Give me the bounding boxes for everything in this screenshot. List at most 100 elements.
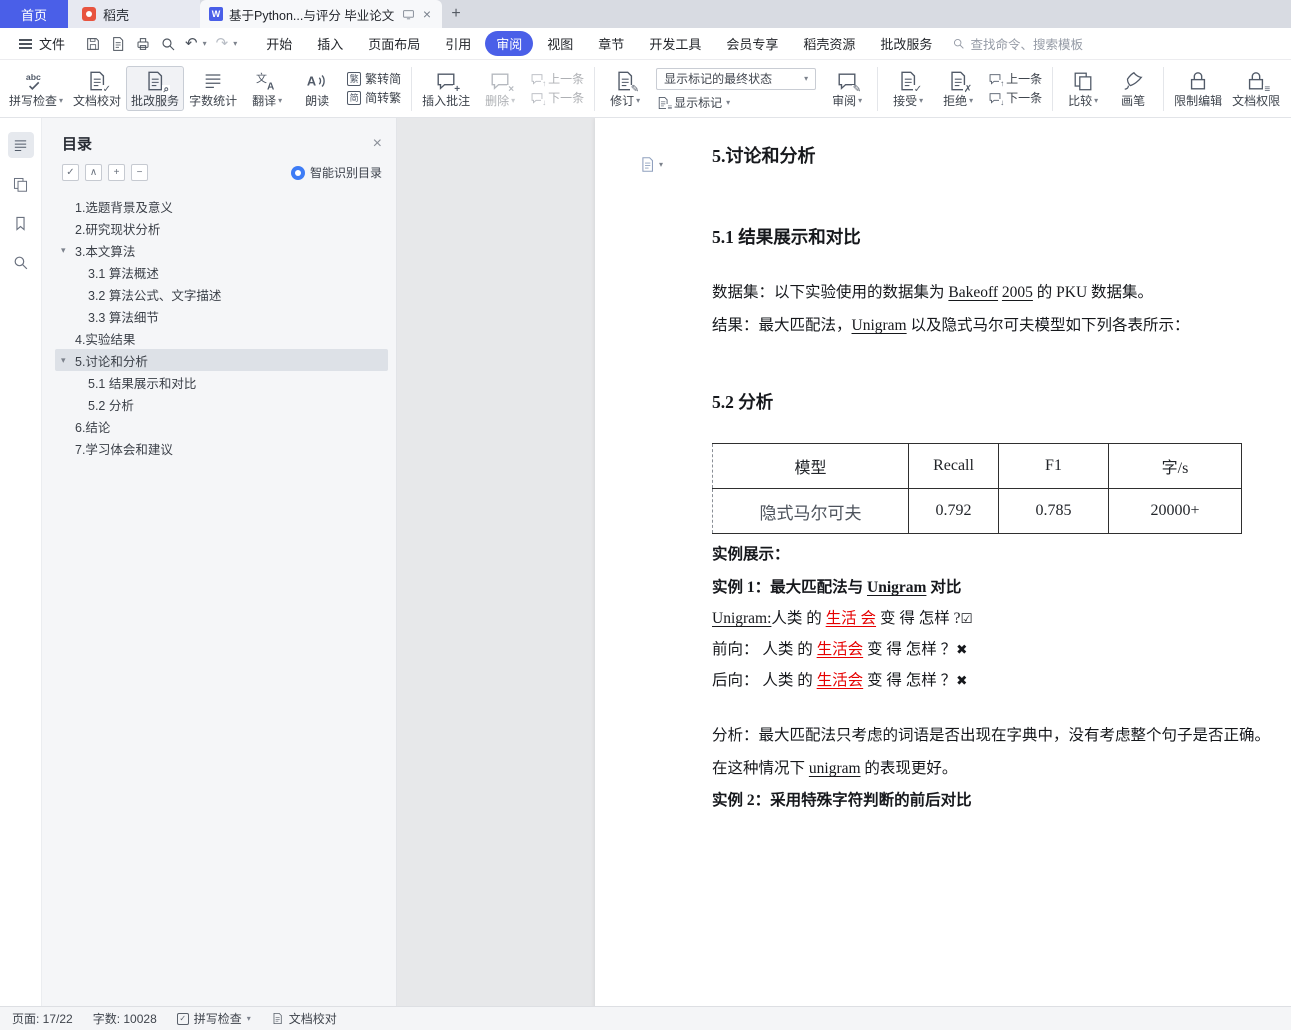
restrict-editing-button[interactable]: 限制编辑	[1169, 66, 1227, 111]
toc-collapse-tool[interactable]: ∧	[85, 164, 102, 181]
chevron-down-icon: ▾	[246, 1013, 251, 1023]
menu-tab-会员专享[interactable]: 会员专享	[715, 31, 789, 56]
close-toc-icon[interactable]: ×	[373, 135, 382, 152]
file-menu-button[interactable]: 文件	[8, 34, 75, 53]
trad-to-simp-button[interactable]: 繁繁转简	[347, 72, 401, 86]
smart-toc-label: 智能识别目录	[309, 166, 382, 180]
toc-item[interactable]: ▾ 3.本文算法	[55, 239, 388, 261]
menu-tab-审阅[interactable]: 审阅	[485, 31, 534, 56]
toc-checkbox-tool[interactable]: ✓	[62, 164, 79, 181]
show-markup-menu-button[interactable]: ≡ 显示标记 ▾	[656, 96, 816, 112]
new-tab-button[interactable]: +	[442, 0, 470, 28]
simp-to-trad-button[interactable]: 简简转繁	[347, 91, 401, 105]
translate-button[interactable]: 文 A 翻译 ▾	[242, 66, 292, 111]
menu-tab-稻壳资源[interactable]: 稻壳资源	[792, 31, 866, 56]
reject-change-button[interactable]: ✗ 拒绝 ▾	[933, 66, 983, 111]
toc-collapse-all-tool[interactable]: −	[131, 164, 148, 181]
doc-permission-button[interactable]: ≡ 文档权限	[1227, 66, 1285, 111]
menu-tab-开发工具[interactable]: 开发工具	[638, 31, 712, 56]
text-run: 数据集：以下实验使用的数据集为	[712, 284, 949, 301]
toc-item[interactable]: 1.选题背景及意义	[55, 195, 388, 217]
menu-tab-开始[interactable]: 开始	[255, 31, 303, 56]
table-cell: 20000+	[1108, 488, 1242, 534]
print-preview-button[interactable]	[160, 36, 176, 52]
customize-toolbar-dropdown[interactable]: ▾	[233, 39, 237, 48]
toc-pane-button[interactable]	[7, 132, 34, 158]
close-tab-icon[interactable]: ×	[421, 7, 433, 21]
menu-tab-章节[interactable]: 章节	[587, 31, 635, 56]
document-workspace[interactable]: ▾ 5.讨论和分析 5.1 结果展示和对比 数据集：以下实验使用的数据集为 Ba…	[397, 118, 1291, 1006]
command-search[interactable]: 查找命令、搜索模板	[952, 34, 1083, 53]
table-header-cell: 模型	[712, 443, 909, 489]
table-header-cell: 字/s	[1108, 443, 1242, 489]
toc-expand-all-tool[interactable]: +	[108, 164, 125, 181]
compare-button[interactable]: 比较 ▾	[1058, 66, 1108, 111]
undo-button[interactable]: ↶	[185, 36, 198, 51]
accept-change-label: 接受	[893, 94, 918, 108]
read-aloud-button[interactable]: A 朗读	[292, 66, 342, 111]
next-change-button[interactable]: ↓ 下一条	[988, 91, 1042, 107]
spell-check-label: 拼写检查	[9, 94, 58, 108]
word-count-button[interactable]: 字数统计	[184, 66, 242, 111]
new-doc-button[interactable]	[110, 36, 126, 52]
review-service-button[interactable]: ⌕ 批改服务	[126, 66, 185, 111]
prev-change-button[interactable]: ↑ 上一条	[988, 72, 1042, 88]
bubble-pen-icon: ✎	[836, 70, 863, 95]
menu-tab-引用[interactable]: 引用	[434, 31, 482, 56]
doc-extra-button[interactable]: ✓文档	[1285, 66, 1291, 111]
toc-item[interactable]: 3.1 算法概述	[55, 261, 388, 283]
print-button[interactable]	[135, 36, 151, 52]
text-run: 人类 的	[771, 610, 826, 627]
doc-proofread-label: 文档校对	[73, 94, 122, 108]
collapse-arrow-icon[interactable]: ▾	[61, 355, 66, 366]
toc-item[interactable]: 4.实验结果	[55, 327, 388, 349]
toc-item[interactable]: 7.学习体会和建议	[55, 437, 388, 459]
text-run: 在这种情况下	[712, 760, 809, 777]
doc-proofread-button[interactable]: ✓ 文档校对	[68, 66, 126, 111]
markup-state-select[interactable]: 显示标记的最终状态 ▾	[656, 67, 817, 90]
accept-change-button[interactable]: ✓ 接受 ▾	[883, 66, 933, 111]
toc-item-label: 3.2 算法公式、文字描述	[88, 288, 222, 303]
spellcheck-status-button[interactable]: ✓ 拼写检查 ▾	[176, 1010, 251, 1027]
demo-heading: 实例展示：	[712, 546, 790, 563]
page-comment-button[interactable]: ▾	[639, 156, 663, 173]
toc-item-label: 1.选题背景及意义	[75, 200, 173, 215]
save-button[interactable]	[85, 36, 101, 52]
speak-icon: A	[306, 70, 328, 92]
paragraph-dataset: 数据集：以下实验使用的数据集为 Bakeoff 2005 的 PKU 数据集。	[712, 282, 1291, 304]
toc-item[interactable]: ▾ 5.讨论和分析	[55, 349, 388, 371]
markup-state-value: 显示标记的最终状态	[664, 72, 773, 86]
review-panel-button[interactable]: ✎ 审阅 ▾	[822, 66, 872, 111]
toc-item[interactable]: 3.3 算法细节	[55, 305, 388, 327]
toc-item[interactable]: 6.结论	[55, 415, 388, 437]
screen-share-icon[interactable]	[402, 8, 415, 21]
home-tab-button[interactable]: 首页	[0, 0, 68, 28]
result-symbol: ✖	[956, 673, 968, 689]
toc-item[interactable]: 5.1 结果展示和对比	[55, 371, 388, 393]
text-run: 前向： 人类 的	[712, 641, 817, 658]
smart-toc-button[interactable]: 智能识别目录	[290, 164, 382, 181]
word-count[interactable]: 字数: 10028	[93, 1010, 157, 1027]
chevron-down-icon: ▾	[804, 73, 809, 83]
ink-button[interactable]: 画笔	[1108, 66, 1158, 111]
menu-tab-页面布局[interactable]: 页面布局	[357, 31, 431, 56]
toc-item[interactable]: 3.2 算法公式、文字描述	[55, 283, 388, 305]
search-pane-button[interactable]	[8, 249, 34, 275]
document-tab[interactable]: W 基于Python...与评分 毕业论文 ×	[200, 0, 442, 28]
menubar: 文件 ↶ ▾ ↷ ▾ 开始 插入 页面布局 引用 审阅 视图 章节 开发工具 会员专享 稻壳资源 批改服务…	[0, 28, 1291, 60]
bookmark-pane-button[interactable]	[8, 210, 34, 236]
undo-history-dropdown[interactable]: ▾	[203, 39, 207, 48]
insert-comment-button[interactable]: + 插入批注	[417, 66, 475, 111]
proofread-status-button[interactable]: 文档校对	[271, 1010, 337, 1027]
collapse-arrow-icon[interactable]: ▾	[61, 245, 66, 256]
docer-tab-button[interactable]: 稻壳	[68, 0, 200, 28]
spell-check-button[interactable]: abc 拼写检查 ▾	[4, 66, 68, 111]
toc-item[interactable]: 5.2 分析	[55, 393, 388, 415]
toc-item[interactable]: 2.研究现状分析	[55, 217, 388, 239]
menu-tab-视图[interactable]: 视图	[536, 31, 584, 56]
track-changes-button[interactable]: ✎ 修订 ▾	[600, 66, 650, 111]
pages-pane-button[interactable]	[8, 171, 34, 197]
menu-tab-插入[interactable]: 插入	[306, 31, 354, 56]
document-page[interactable]: ▾ 5.讨论和分析 5.1 结果展示和对比 数据集：以下实验使用的数据集为 Ba…	[595, 118, 1291, 1006]
menu-tab-批改服务[interactable]: 批改服务	[869, 31, 943, 56]
